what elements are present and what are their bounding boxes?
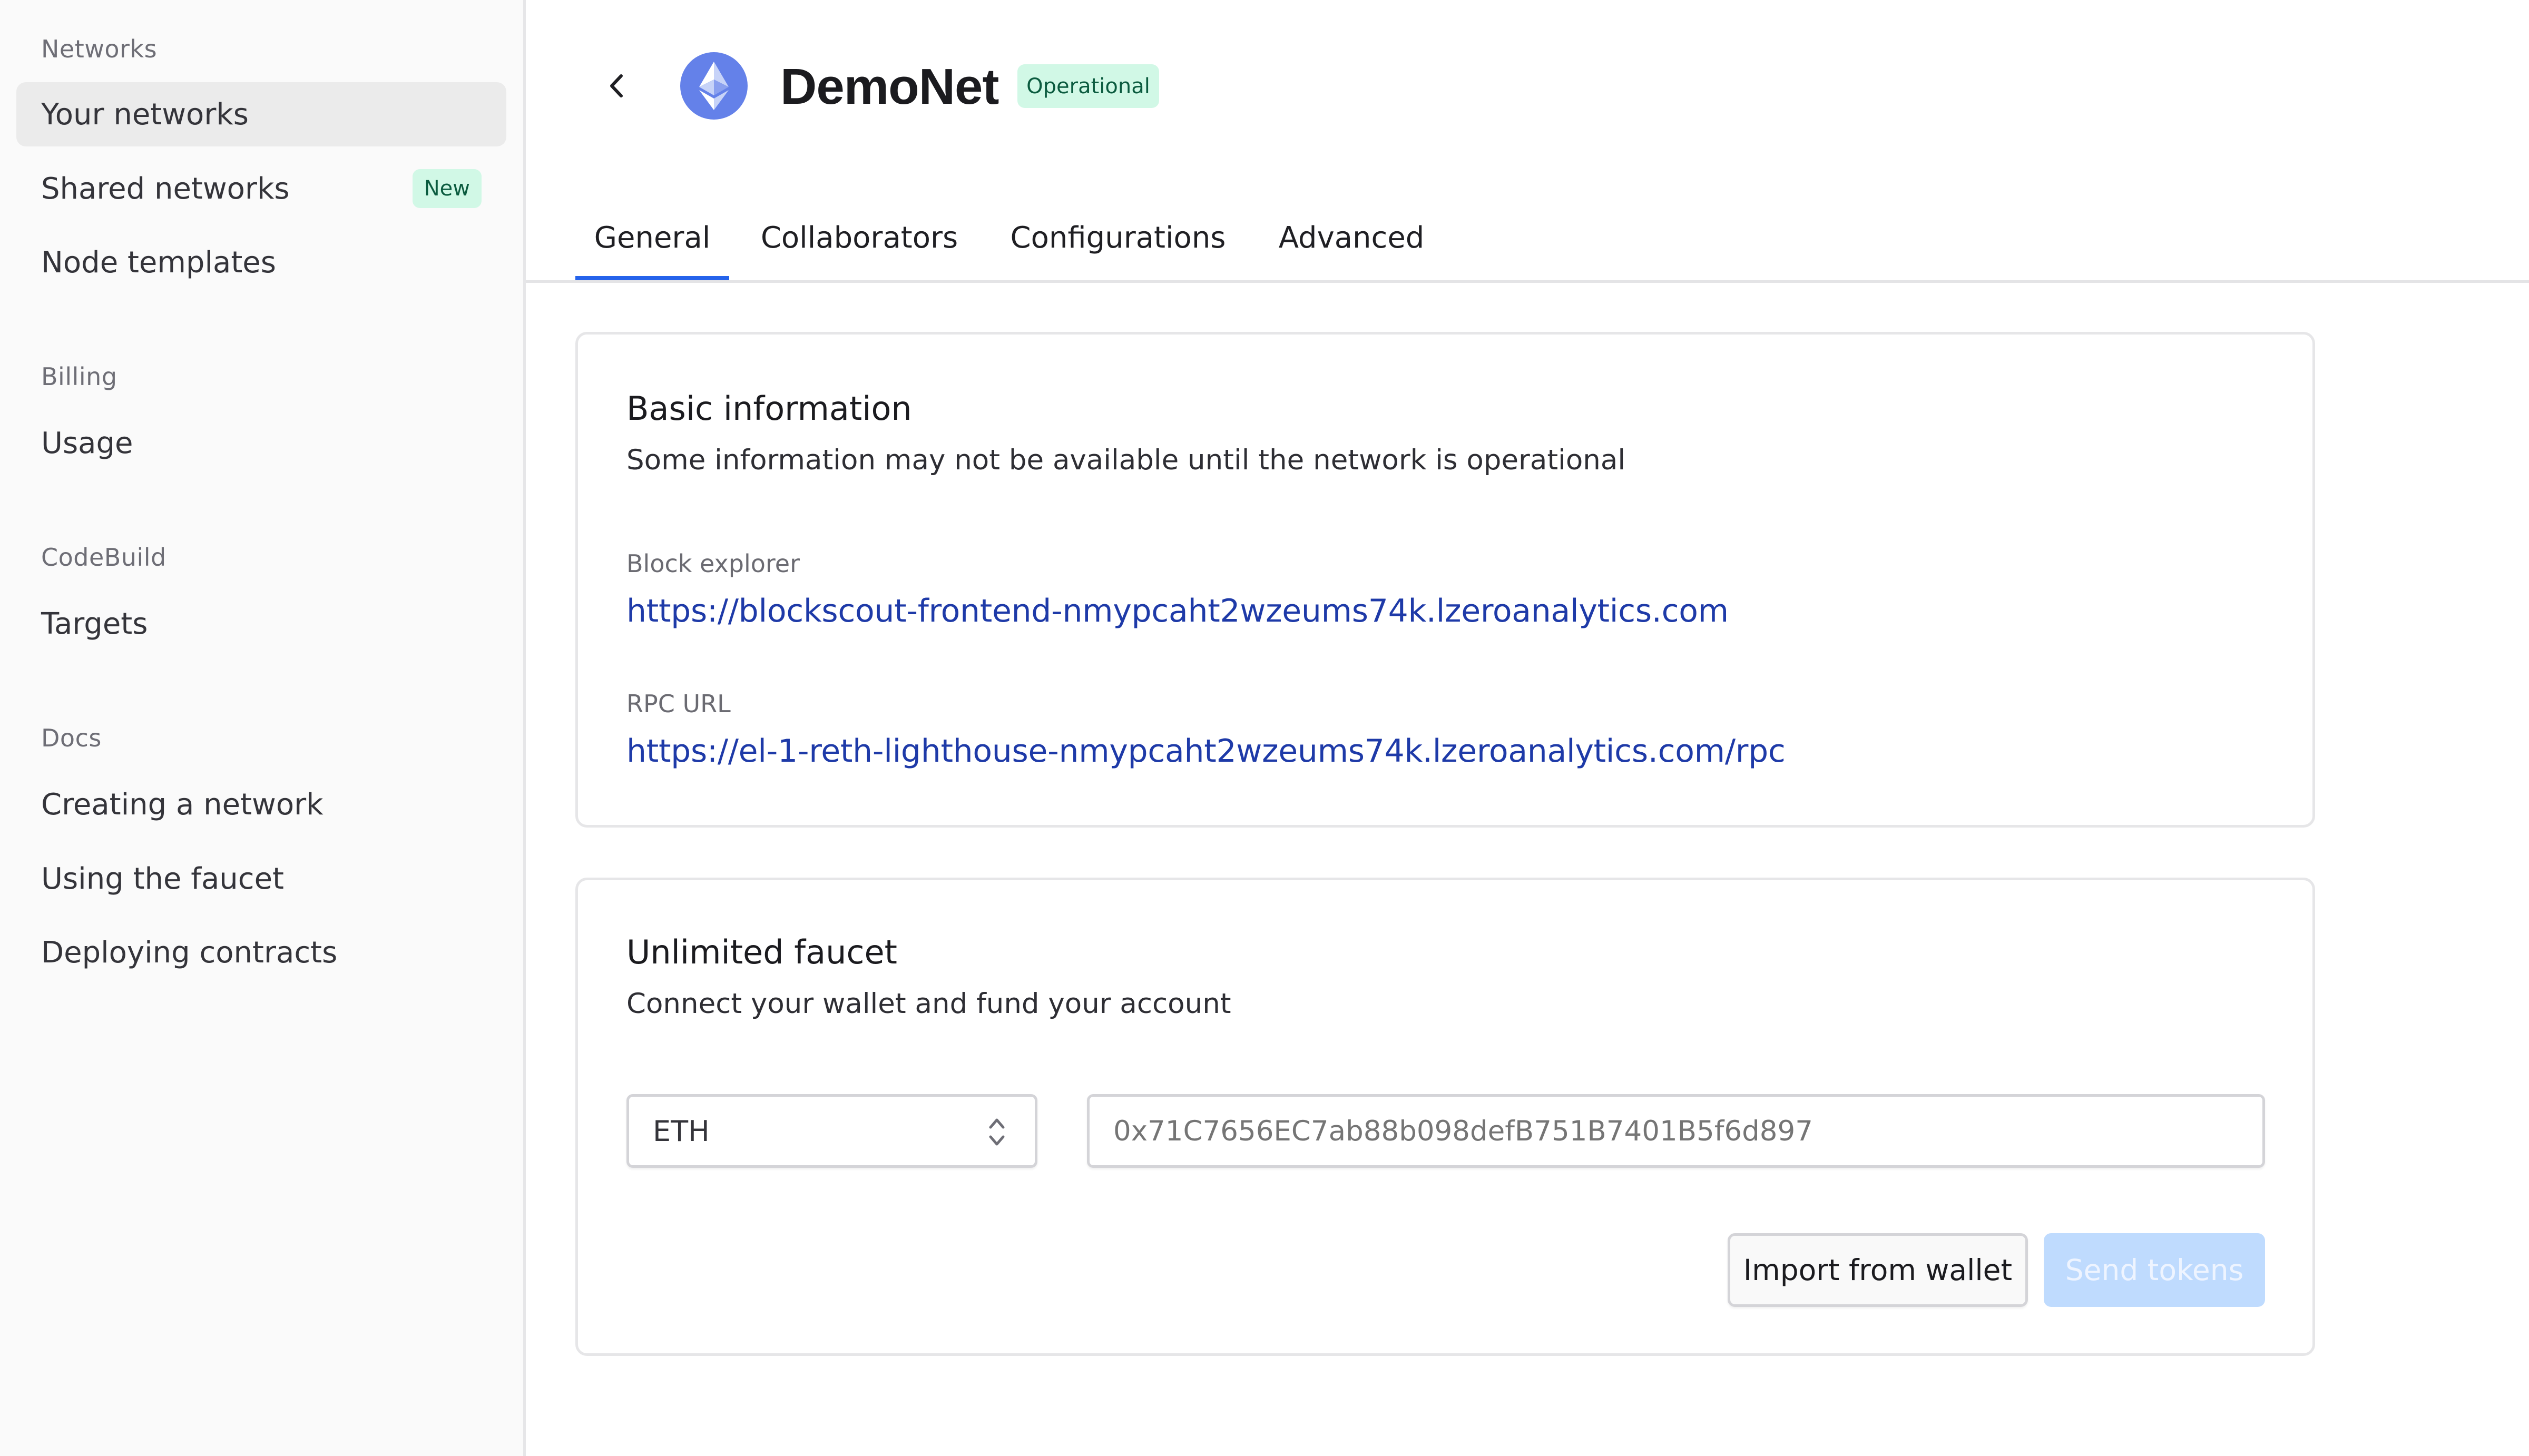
sidebar-heading-networks: Networks bbox=[41, 35, 158, 63]
sidebar-heading-billing: Billing bbox=[41, 362, 117, 391]
faucet-subtitle: Connect your wallet and fund your accoun… bbox=[626, 988, 1231, 1020]
tab-advanced[interactable]: Advanced bbox=[1279, 195, 1425, 280]
page-title: DemoNet bbox=[780, 58, 999, 115]
sidebar-item-label: Deploying contracts bbox=[41, 935, 338, 970]
chevron-up-down-icon bbox=[989, 1118, 1005, 1146]
main-content: DemoNet Operational General Collaborator… bbox=[526, 0, 2529, 1456]
unlimited-faucet-card: Unlimited faucet Connect your wallet and… bbox=[575, 878, 2315, 1356]
chevron-left-icon bbox=[610, 74, 623, 97]
sidebar-heading-codebuild: CodeBuild bbox=[41, 543, 166, 572]
sidebar-item-label: Node templates bbox=[41, 245, 276, 280]
sidebar-item-targets[interactable]: Targets bbox=[16, 592, 506, 656]
sidebar-item-label: Your networks bbox=[41, 97, 249, 132]
sidebar-item-your-networks[interactable]: Your networks bbox=[16, 82, 506, 146]
back-button[interactable] bbox=[600, 67, 633, 104]
token-select-value: ETH bbox=[653, 1114, 710, 1148]
sidebar-item-creating-a-network[interactable]: Creating a network bbox=[16, 772, 506, 837]
basic-information-card: Basic information Some information may n… bbox=[575, 332, 2315, 828]
sidebar-item-label: Usage bbox=[41, 426, 133, 460]
sidebar-item-label: Using the faucet bbox=[41, 861, 284, 896]
sidebar-item-shared-networks[interactable]: Shared networks New bbox=[16, 156, 506, 221]
import-from-wallet-button[interactable]: Import from wallet bbox=[1728, 1233, 2028, 1307]
tab-bar: General Collaborators Configurations Adv… bbox=[526, 195, 2529, 283]
status-badge: Operational bbox=[1017, 64, 1159, 108]
basic-information-title: Basic information bbox=[626, 389, 912, 428]
sidebar-heading-docs: Docs bbox=[41, 724, 102, 752]
rpc-url-link[interactable]: https://el-1-reth-lighthouse-nmypcaht2wz… bbox=[626, 733, 1786, 770]
token-select[interactable]: ETH bbox=[626, 1094, 1037, 1168]
sidebar-item-usage[interactable]: Usage bbox=[16, 411, 506, 475]
tab-general[interactable]: General bbox=[575, 195, 729, 280]
sidebar-item-label: Creating a network bbox=[41, 787, 324, 822]
sidebar-item-deploying-contracts[interactable]: Deploying contracts bbox=[16, 920, 506, 985]
basic-information-subtitle: Some information may not be available un… bbox=[626, 444, 1626, 476]
sidebar-item-label: Targets bbox=[41, 606, 148, 641]
sidebar-item-using-the-faucet[interactable]: Using the faucet bbox=[16, 847, 506, 911]
block-explorer-link[interactable]: https://blockscout-frontend-nmypcaht2wze… bbox=[626, 593, 1729, 629]
block-explorer-label: Block explorer bbox=[626, 549, 800, 578]
sidebar: Networks Your networks Shared networks N… bbox=[0, 0, 526, 1456]
new-badge: New bbox=[412, 169, 482, 208]
send-tokens-button[interactable]: Send tokens bbox=[2044, 1233, 2265, 1307]
rpc-url-label: RPC URL bbox=[626, 690, 731, 718]
sidebar-item-label: Shared networks bbox=[41, 171, 290, 206]
tab-configurations[interactable]: Configurations bbox=[1011, 195, 1226, 280]
faucet-title: Unlimited faucet bbox=[626, 933, 897, 971]
ethereum-icon bbox=[680, 52, 748, 120]
sidebar-item-node-templates[interactable]: Node templates bbox=[16, 230, 506, 294]
wallet-address-input[interactable] bbox=[1087, 1094, 2265, 1168]
tab-collaborators[interactable]: Collaborators bbox=[761, 195, 958, 280]
